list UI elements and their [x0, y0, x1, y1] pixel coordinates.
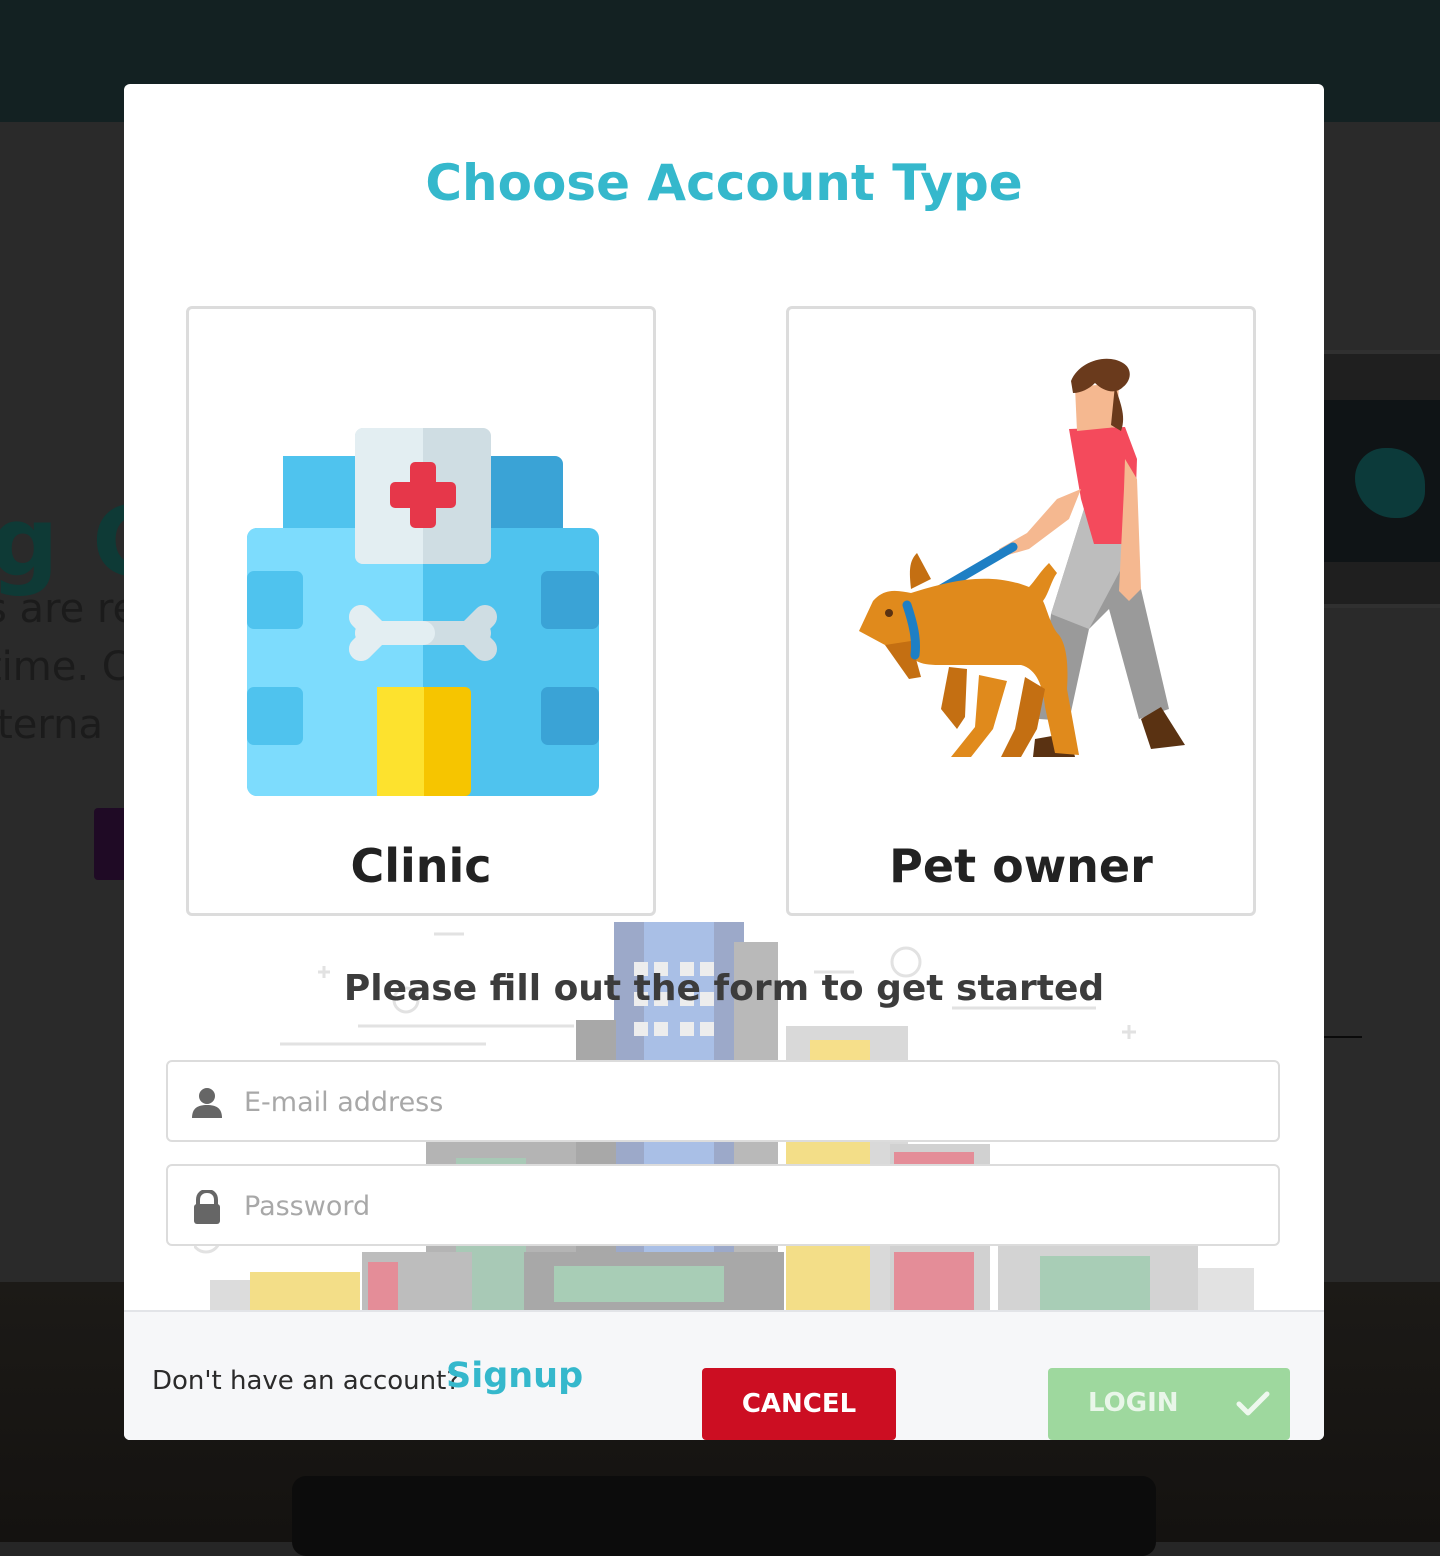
clinic-option-card[interactable]: Clinic — [186, 306, 656, 916]
signup-prompt: Don't have an account? — [152, 1366, 461, 1396]
background-hero-text: lterna — [0, 702, 104, 748]
clinic-option-label: Clinic — [350, 839, 492, 893]
checkmark-icon — [1236, 1391, 1270, 1416]
form-tagline: Please fill out the form to get started — [343, 968, 1105, 1009]
login-button[interactable]: LOGIN — [1048, 1368, 1290, 1440]
login-button-label: LOGIN — [1088, 1388, 1179, 1418]
signup-link[interactable]: Signup — [446, 1356, 583, 1396]
clinic-building-icon — [247, 428, 599, 796]
person-walking-dog-icon — [859, 358, 1185, 757]
password-input[interactable] — [242, 1166, 1246, 1246]
lock-icon — [194, 1190, 220, 1224]
pet-owner-option-label: Pet owner — [889, 839, 1153, 893]
background-hero-text: time. C — [0, 644, 130, 690]
modal-footer: Don't have an account? Signup CANCEL LOG… — [124, 1310, 1324, 1440]
email-field[interactable] — [166, 1060, 1280, 1142]
background-hero-text: s are re — [0, 586, 138, 632]
pet-owner-option-card[interactable]: Pet owner — [786, 306, 1256, 916]
account-type-modal: Choose Account Type Clinic Pet owner Ple… — [124, 84, 1324, 1440]
background-footer-card — [292, 1476, 1156, 1556]
email-input[interactable] — [242, 1062, 1246, 1142]
user-icon — [192, 1088, 222, 1118]
password-field[interactable] — [166, 1164, 1280, 1246]
cancel-button[interactable]: CANCEL — [702, 1368, 896, 1440]
modal-title: Choose Account Type — [425, 154, 1023, 212]
